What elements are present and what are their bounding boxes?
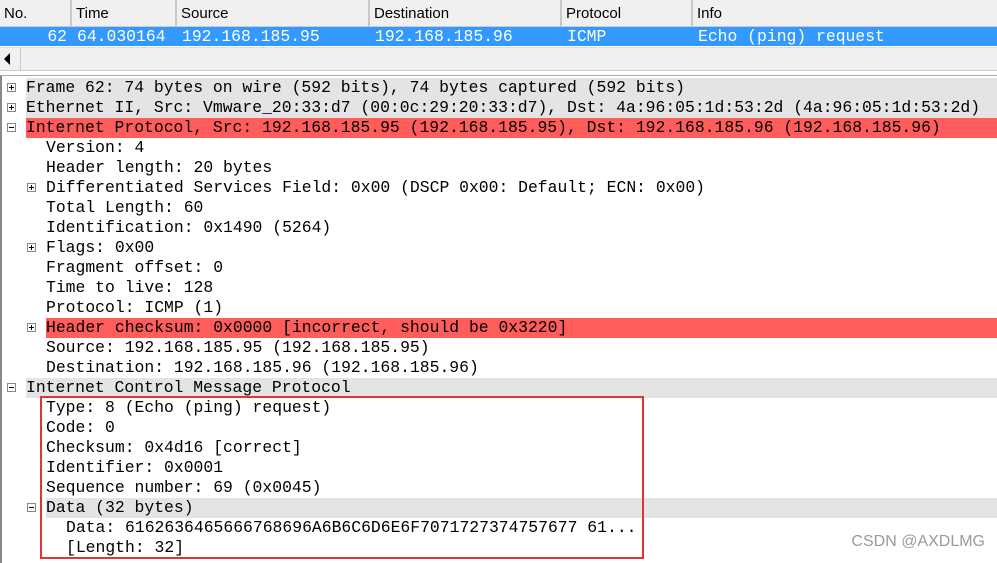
detail-text: Fragment offset: 0 bbox=[46, 258, 224, 277]
packet-source: 192.168.185.95 bbox=[182, 27, 320, 46]
packet-list-header: No. Time Source Destination Protocol Inf… bbox=[0, 0, 997, 27]
watermark: CSDN @AXDLMG bbox=[851, 533, 985, 550]
detail-text: Internet Control Message Protocol bbox=[26, 378, 997, 398]
packet-row-selected[interactable]: 62 64.030164 192.168.185.95 192.168.185.… bbox=[0, 27, 997, 46]
expand-icon[interactable] bbox=[27, 243, 36, 252]
packet-info: Echo (ping) request bbox=[698, 27, 885, 46]
detail-text: Destination: 192.168.185.96 (192.168.185… bbox=[46, 358, 479, 377]
detail-text: Frame 62: 74 bytes on wire (592 bits), 7… bbox=[26, 78, 997, 98]
detail-text: Differentiated Services Field: 0x00 (DSC… bbox=[46, 178, 706, 197]
column-no[interactable]: No. bbox=[0, 0, 72, 26]
detail-text: Protocol: ICMP (1) bbox=[46, 298, 224, 317]
column-destination[interactable]: Destination bbox=[370, 0, 562, 26]
column-source[interactable]: Source bbox=[177, 0, 370, 26]
collapse-icon[interactable] bbox=[7, 123, 16, 132]
detail-text: Total Length: 60 bbox=[46, 198, 204, 217]
detail-text: Ethernet II, Src: Vmware_20:33:d7 (00:0c… bbox=[26, 98, 997, 118]
column-info[interactable]: Info bbox=[693, 0, 997, 26]
arrow-left-icon bbox=[4, 53, 10, 65]
expand-icon[interactable] bbox=[27, 323, 36, 332]
detail-text: Time to live: 128 bbox=[46, 278, 214, 297]
horizontal-scrollbar[interactable] bbox=[0, 47, 997, 71]
expand-icon[interactable] bbox=[7, 83, 16, 92]
column-time[interactable]: Time bbox=[72, 0, 177, 26]
packet-time: 64.030164 bbox=[77, 27, 166, 46]
column-protocol[interactable]: Protocol bbox=[562, 0, 693, 26]
highlight-box bbox=[40, 396, 644, 559]
packet-protocol: ICMP bbox=[567, 27, 607, 46]
expand-icon[interactable] bbox=[27, 183, 36, 192]
collapse-icon[interactable] bbox=[7, 383, 16, 392]
scroll-left-button[interactable] bbox=[0, 48, 21, 70]
detail-text: Internet Protocol, Src: 192.168.185.95 (… bbox=[26, 118, 997, 138]
detail-text: Header length: 20 bytes bbox=[46, 158, 273, 177]
detail-text: Version: 4 bbox=[46, 138, 145, 157]
packet-destination: 192.168.185.96 bbox=[375, 27, 513, 46]
detail-text: Flags: 0x00 bbox=[46, 238, 155, 257]
detail-text: Header checksum: 0x0000 [incorrect, shou… bbox=[46, 318, 997, 338]
detail-text: Source: 192.168.185.95 (192.168.185.95) bbox=[46, 338, 430, 357]
detail-text: Identification: 0x1490 (5264) bbox=[46, 218, 332, 237]
packet-no: 62 bbox=[47, 27, 67, 46]
expand-icon[interactable] bbox=[7, 103, 16, 112]
collapse-icon[interactable] bbox=[27, 503, 36, 512]
